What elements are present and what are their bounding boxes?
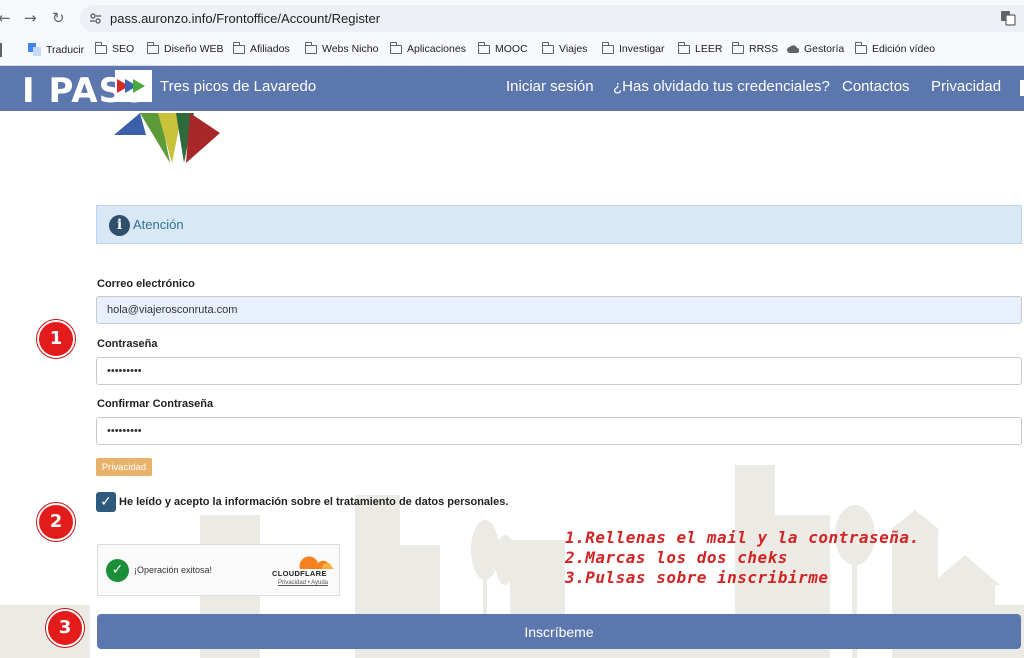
folder-icon: [854, 41, 867, 54]
folder-icon: [304, 41, 317, 54]
attention-alert: i Atención: [96, 205, 1022, 244]
google-translate-icon: [28, 43, 41, 56]
bookmark-aplicaciones[interactable]: Aplicaciones: [389, 41, 466, 55]
bookmark-afiliados[interactable]: Afiliados: [232, 41, 290, 55]
cloudflare-captcha[interactable]: ✓ ¡Operación exitosa! CLOUDFLARE Privaci…: [97, 544, 340, 596]
nav-forgot-credentials[interactable]: ¿Has olvidado tus credenciales?: [613, 78, 830, 95]
info-icon: i: [109, 215, 130, 236]
folder-icon: [677, 41, 690, 54]
browser-toolbar: ← → ↻ pass.auronzo.info/Frontoffice/Acco…: [0, 0, 1024, 37]
consent-label: He leído y acepto la información sobre e…: [119, 496, 509, 508]
translate-icon[interactable]: [1000, 10, 1016, 26]
reload-icon[interactable]: ↻: [52, 9, 65, 27]
consent-checkbox[interactable]: ✓: [96, 492, 116, 512]
nav-login[interactable]: Iniciar sesión: [506, 78, 594, 95]
privacy-button[interactable]: Privacidad: [96, 458, 152, 476]
nav-contacts[interactable]: Contactos: [842, 78, 910, 95]
bookmark-diseno-web[interactable]: Diseño WEB: [146, 41, 224, 55]
url-text: pass.auronzo.info/Frontoffice/Account/Re…: [110, 11, 381, 26]
folder-icon: [146, 41, 159, 54]
forward-icon[interactable]: →: [24, 9, 37, 27]
folder-icon: [601, 41, 614, 54]
back-icon[interactable]: ←: [0, 9, 11, 27]
bookmark-gestoria[interactable]: Gestoría: [787, 43, 844, 55]
logo-arrows-icon: [115, 70, 152, 102]
confirm-password-label: Confirmar Contraseña: [97, 398, 214, 410]
bookmark-investigar[interactable]: Investigar: [601, 41, 665, 55]
success-check-icon: ✓: [106, 559, 129, 582]
captcha-links[interactable]: Privacidad • Ayuda: [278, 580, 328, 586]
captcha-status: ¡Operación exitosa!: [134, 565, 213, 575]
password-field[interactable]: [96, 357, 1022, 385]
bookmark-rrss[interactable]: RRSS: [731, 41, 778, 55]
instruction-3: 3.Pulsas sobre inscribirme: [565, 568, 829, 587]
site-header: I PASS Tres picos de Lavaredo Iniciar se…: [0, 66, 1024, 111]
step-badge-3: 3: [46, 609, 84, 647]
site-title: Tres picos de Lavaredo: [160, 78, 317, 95]
bookmark-viajes[interactable]: Viajes: [541, 41, 587, 55]
email-field[interactable]: [96, 296, 1022, 324]
cloudflare-brand: CLOUDFLARE: [272, 569, 327, 578]
bookmarks-bar: Traducir SEO Diseño WEB Afiliados Webs N…: [0, 37, 1024, 66]
folder-icon: [94, 41, 107, 54]
email-label: Correo electrónico: [97, 278, 195, 290]
folder-icon: [232, 41, 245, 54]
bookmark-translate[interactable]: Traducir: [28, 43, 84, 56]
folder-icon: [389, 41, 402, 54]
address-bar[interactable]: pass.auronzo.info/Frontoffice/Account/Re…: [80, 5, 1024, 32]
alert-text: Atención: [133, 217, 184, 232]
instruction-1: 1.Rellenas el mail y la contraseña.: [565, 528, 920, 547]
step-badge-1: 1: [37, 320, 75, 358]
confirm-password-field[interactable]: [96, 417, 1022, 445]
bookmark-edicion-video[interactable]: Edición vídeo: [854, 41, 935, 55]
nav-privacy[interactable]: Privacidad: [931, 78, 1001, 95]
password-label: Contraseña: [97, 338, 158, 350]
step-badge-2: 2: [37, 503, 75, 541]
cloud-icon: [787, 44, 799, 53]
bookmark-seo[interactable]: SEO: [94, 41, 134, 55]
bookmark-leer[interactable]: LEER: [677, 41, 722, 55]
bookmark-webs-nicho[interactable]: Webs Nicho: [304, 41, 378, 55]
apps-icon[interactable]: [0, 43, 2, 57]
folder-icon: [541, 41, 554, 54]
folder-icon: [477, 41, 490, 54]
folder-icon: [731, 41, 744, 54]
mountain-logo: [114, 113, 220, 163]
bookmark-mooc[interactable]: MOOC: [477, 41, 528, 55]
submit-button[interactable]: Inscríbeme: [97, 614, 1021, 649]
site-settings-icon[interactable]: [89, 12, 102, 25]
cloudflare-cloud-icon: [299, 556, 334, 569]
nav-overflow: [1020, 80, 1024, 96]
instruction-2: 2.Marcas los dos cheks: [565, 548, 788, 567]
